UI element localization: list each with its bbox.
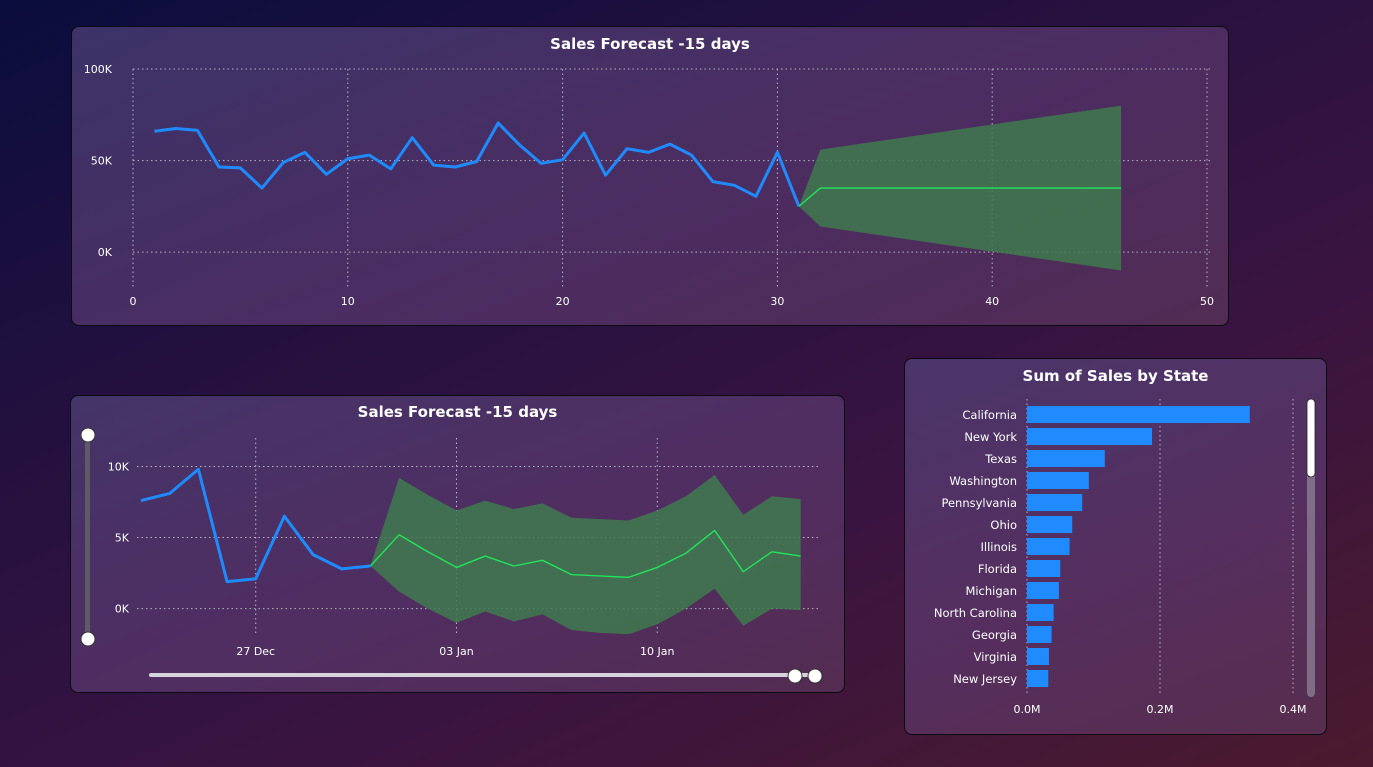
x-tick-label: 0 — [130, 295, 137, 308]
x-tick-label: 40 — [985, 295, 999, 308]
sales-by-state-bar-chart: 0.0M 0.2M 0.4M California New York Texas Washi… — [934, 398, 1316, 716]
y-tick-label: 0K — [98, 246, 113, 259]
category-label: New Jersey — [953, 672, 1017, 686]
y-tick-label: 50K — [91, 155, 113, 168]
scrollbar-thumb[interactable] — [1306, 398, 1316, 478]
bar — [1027, 406, 1250, 423]
bar — [1027, 428, 1153, 445]
category-label: California — [962, 408, 1017, 422]
bar — [1027, 626, 1052, 643]
chart-card-forecast-main: Sales Forecast -15 days 0K 50K 100K 0 10 20 30… — [71, 26, 1229, 326]
category-label: Georgia — [972, 628, 1017, 642]
y-range-slider-track[interactable] — [85, 436, 90, 640]
category-label: Washington — [949, 474, 1017, 488]
bar — [1027, 450, 1105, 467]
bar — [1027, 538, 1070, 555]
actual-sales-line — [154, 121, 801, 207]
bar — [1027, 494, 1083, 511]
category-label: Florida — [978, 562, 1017, 576]
x-range-slider-handle-end[interactable] — [807, 668, 823, 684]
x-tick-label: 20 — [556, 295, 570, 308]
category-label: North Carolina — [934, 606, 1017, 620]
x-tick-label: 30 — [770, 295, 784, 308]
category-label: Michigan — [965, 584, 1017, 598]
bar — [1027, 648, 1049, 665]
x-tick-label: 10 Jan — [640, 645, 674, 658]
x-tick-label: 03 Jan — [439, 645, 473, 658]
category-label: Ohio — [990, 518, 1017, 532]
x-range-slider-track[interactable] — [149, 673, 817, 677]
forecast-line-chart: 0K 50K 100K 0 10 20 30 40 50 — [84, 63, 1214, 308]
y-range-slider-handle-bottom[interactable] — [80, 631, 96, 647]
bar — [1027, 604, 1054, 621]
x-tick-label: 50 — [1200, 295, 1214, 308]
x-range-slider-handle-start[interactable] — [787, 668, 803, 684]
x-tick-label: 0.0M — [1014, 703, 1041, 716]
bar — [1027, 582, 1059, 599]
forecast-confidence-band — [370, 474, 801, 635]
y-tick-label: 10K — [108, 460, 130, 473]
x-tick-label: 0.2M — [1147, 703, 1174, 716]
chart-card-sales-by-state: Sum of Sales by State 0.0M 0.2M 0.4M Califo… — [904, 358, 1327, 735]
category-label: Pennsylvania — [941, 496, 1017, 510]
y-tick-label: 0K — [115, 603, 130, 616]
bar — [1027, 516, 1073, 533]
y-tick-label: 100K — [84, 63, 113, 76]
category-label: Texas — [984, 452, 1017, 466]
forecast-date-line-chart: 0K 5K 10K 27 Dec 03 Jan 10 Jan — [80, 427, 823, 684]
y-tick-label: 5K — [115, 532, 130, 545]
category-label: Illinois — [981, 540, 1018, 554]
y-range-slider-handle-top[interactable] — [80, 427, 96, 443]
category-label: New York — [964, 430, 1017, 444]
x-tick-label: 27 Dec — [236, 645, 275, 658]
category-label: Virginia — [974, 650, 1017, 664]
bar — [1027, 670, 1049, 687]
chart-card-forecast-dates: Sales Forecast -15 days 0K 5K 10K 27 Dec 03 … — [70, 395, 845, 693]
x-tick-label: 10 — [341, 295, 355, 308]
x-tick-label: 0.4M — [1280, 703, 1307, 716]
bar — [1027, 560, 1061, 577]
bar — [1027, 472, 1089, 489]
